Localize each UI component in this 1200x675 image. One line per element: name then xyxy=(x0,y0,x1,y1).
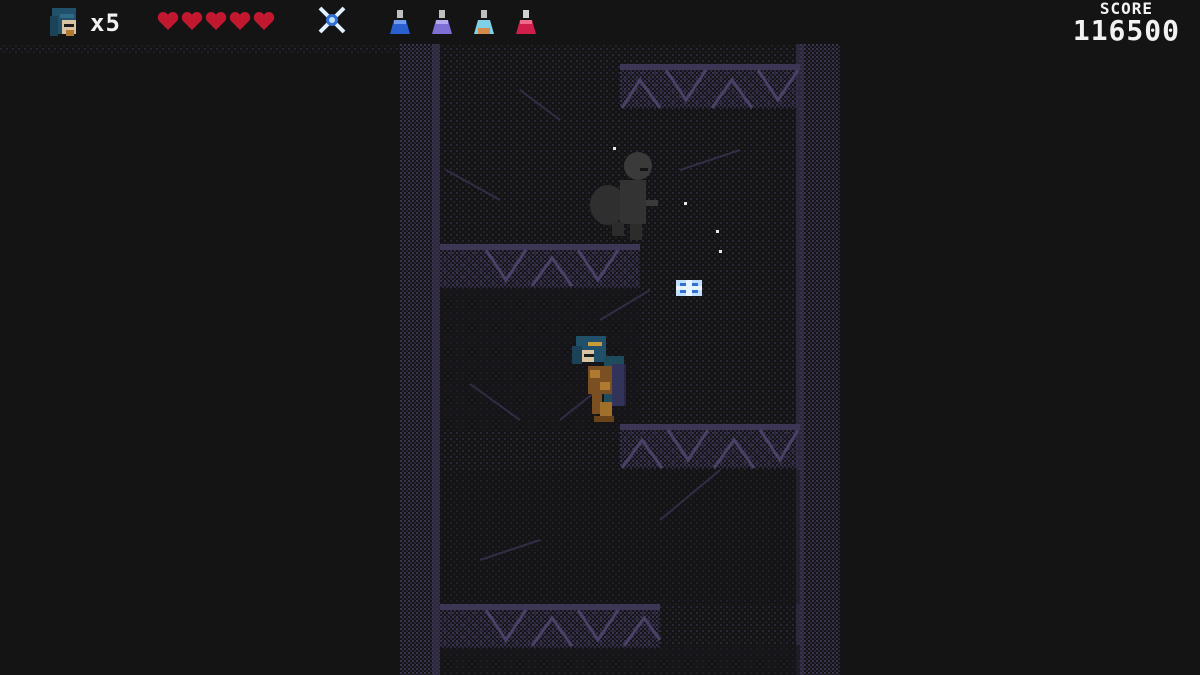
blue-star-relic-icon xyxy=(318,6,346,34)
score-display: SCORE 116500 xyxy=(1072,0,1180,47)
potion-inventory xyxy=(388,8,538,36)
red-potion-icon[interactable] xyxy=(514,8,538,36)
right-wall xyxy=(800,44,840,675)
heart-icon xyxy=(157,12,179,30)
purple-potion-icon[interactable] xyxy=(430,8,454,36)
heart-icon xyxy=(205,12,227,30)
ceiling-rubble xyxy=(0,44,400,54)
heart-icon xyxy=(229,12,251,30)
platform-bottom xyxy=(440,604,662,648)
lives-counter: x5 xyxy=(48,6,121,40)
player-portrait-icon xyxy=(50,8,76,36)
platform-lower xyxy=(620,424,800,469)
equipped-relic xyxy=(318,6,346,38)
blue-potion-icon[interactable] xyxy=(388,8,412,36)
heart-icon xyxy=(253,12,275,30)
platform-middle xyxy=(440,244,640,288)
heart-icon xyxy=(181,12,203,30)
cyan-potion-icon[interactable] xyxy=(472,8,496,36)
blue-gem-pickup[interactable] xyxy=(676,280,702,296)
game-screen: x5 SCORE 116500 xyxy=(0,0,1200,675)
corridor-bottom xyxy=(440,645,800,675)
level-scene xyxy=(0,44,840,675)
lives-count: x5 xyxy=(90,9,121,37)
left-wall-edge xyxy=(432,44,440,675)
health-hearts xyxy=(157,11,275,31)
platform-top xyxy=(620,64,800,109)
corridor-lower xyxy=(440,470,800,604)
score-value: 116500 xyxy=(1072,14,1180,47)
